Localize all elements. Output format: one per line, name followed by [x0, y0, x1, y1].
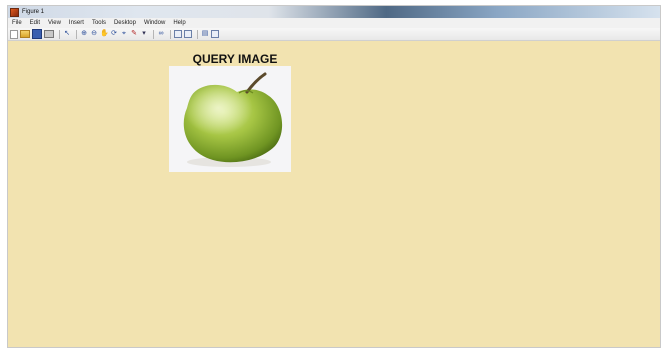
- figure-window: Figure 1 File Edit View Insert Tools Des…: [7, 5, 661, 348]
- menu-tools[interactable]: Tools: [88, 20, 110, 26]
- save-figure-icon[interactable]: [32, 29, 42, 39]
- show-plot-tools-icon[interactable]: [211, 30, 219, 38]
- menu-insert[interactable]: Insert: [65, 20, 88, 26]
- link-plot-icon[interactable]: ∞: [157, 30, 165, 38]
- menu-help[interactable]: Help: [169, 20, 189, 26]
- rotate-3d-icon[interactable]: ⟳: [110, 30, 118, 38]
- toolbar-separator: [59, 29, 60, 39]
- toolbar-separator: [76, 29, 77, 39]
- menu-window[interactable]: Window: [140, 20, 169, 26]
- toolbar-separator: [170, 29, 171, 39]
- figure-toolbar: ↖ ⊕ ⊖ ✋ ⟳ ⌖ ✎ ▾ ∞ ▤: [8, 28, 660, 41]
- data-cursor-icon[interactable]: ⌖: [120, 30, 128, 38]
- title-bar[interactable]: Figure 1: [8, 6, 660, 18]
- edit-plot-icon[interactable]: ↖: [63, 30, 71, 38]
- toolbar-separator: [153, 29, 154, 39]
- menu-file[interactable]: File: [8, 20, 26, 26]
- zoom-out-icon[interactable]: ⊖: [90, 30, 98, 38]
- menu-edit[interactable]: Edit: [26, 20, 44, 26]
- pan-icon[interactable]: ✋: [100, 30, 109, 38]
- chevron-down-icon[interactable]: ▾: [140, 30, 148, 38]
- matlab-icon: [10, 7, 19, 17]
- insert-legend-icon[interactable]: [184, 30, 192, 38]
- insert-colorbar-icon[interactable]: [174, 30, 182, 38]
- print-figure-icon[interactable]: [44, 30, 54, 38]
- zoom-in-icon[interactable]: ⊕: [80, 30, 88, 38]
- window-title: Figure 1: [22, 9, 45, 15]
- menu-desktop[interactable]: Desktop: [110, 20, 140, 26]
- menu-view[interactable]: View: [44, 20, 65, 26]
- brush-icon[interactable]: ✎: [130, 30, 138, 38]
- query-image: [169, 66, 291, 172]
- open-file-icon[interactable]: [20, 30, 30, 38]
- figure-canvas: QUERY IMAGE: [8, 42, 660, 347]
- axes-title: QUERY IMAGE: [192, 52, 278, 66]
- toolbar-separator: [197, 29, 198, 39]
- green-apple-image: [183, 72, 283, 167]
- new-figure-icon[interactable]: [10, 29, 18, 39]
- hide-plot-tools-icon[interactable]: ▤: [201, 30, 209, 38]
